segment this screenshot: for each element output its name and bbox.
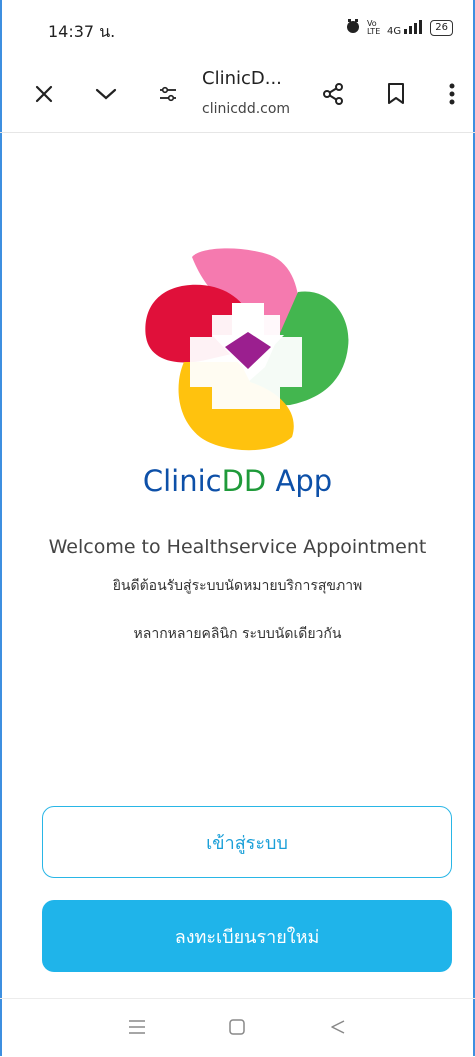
volte-icon: Vo LTE	[366, 19, 381, 36]
register-button-label: ลงทะเบียนรายใหม่	[174, 926, 320, 948]
welcome-text-en: Welcome to Healthservice Appointment	[48, 536, 427, 558]
app-title-part3: App	[266, 464, 333, 498]
system-nav-bar	[0, 998, 475, 1057]
network-type: 4G	[386, 25, 402, 37]
status-icons: Vo LTE 4G 26	[345, 18, 453, 38]
status-bar: 14:37 น. Vo LTE 4G 26	[0, 0, 475, 60]
clinicdd-logo	[145, 248, 349, 451]
welcome-text-th-2: หลากหลายคลินิก ระบบนัดเดียวกัน	[133, 626, 342, 642]
signal-icon: 4G	[386, 19, 424, 37]
app-title-part2: DD	[221, 464, 267, 498]
share-icon[interactable]	[317, 78, 349, 110]
welcome-text-th-1: ยินดีต้อนรับสู่ระบบนัดหมายบริการสุขภาพ	[112, 578, 363, 594]
close-icon[interactable]	[28, 78, 60, 110]
home-icon[interactable]	[229, 1019, 245, 1040]
more-vertical-icon[interactable]	[436, 78, 468, 110]
page-url[interactable]: clinicdd.com	[202, 101, 290, 117]
page-title: ClinicD...	[202, 68, 282, 89]
recent-apps-icon[interactable]	[128, 1019, 146, 1040]
alarm-icon	[345, 18, 361, 38]
status-time: 14:37 น.	[48, 22, 116, 41]
register-button[interactable]: ลงทะเบียนรายใหม่	[42, 900, 452, 972]
chevron-down-icon[interactable]	[90, 78, 122, 110]
bookmark-icon[interactable]	[380, 78, 412, 110]
login-button-label: เข้าสู่ระบบ	[206, 832, 288, 854]
app-title-part1: Clinic	[142, 464, 222, 498]
app-title: ClinicDD App	[0, 464, 475, 498]
site-settings-icon[interactable]	[152, 78, 184, 110]
login-button[interactable]: เข้าสู่ระบบ	[42, 806, 452, 878]
battery-icon: 26	[430, 20, 453, 36]
browser-frame	[0, 0, 475, 1056]
back-icon[interactable]	[330, 1019, 346, 1040]
